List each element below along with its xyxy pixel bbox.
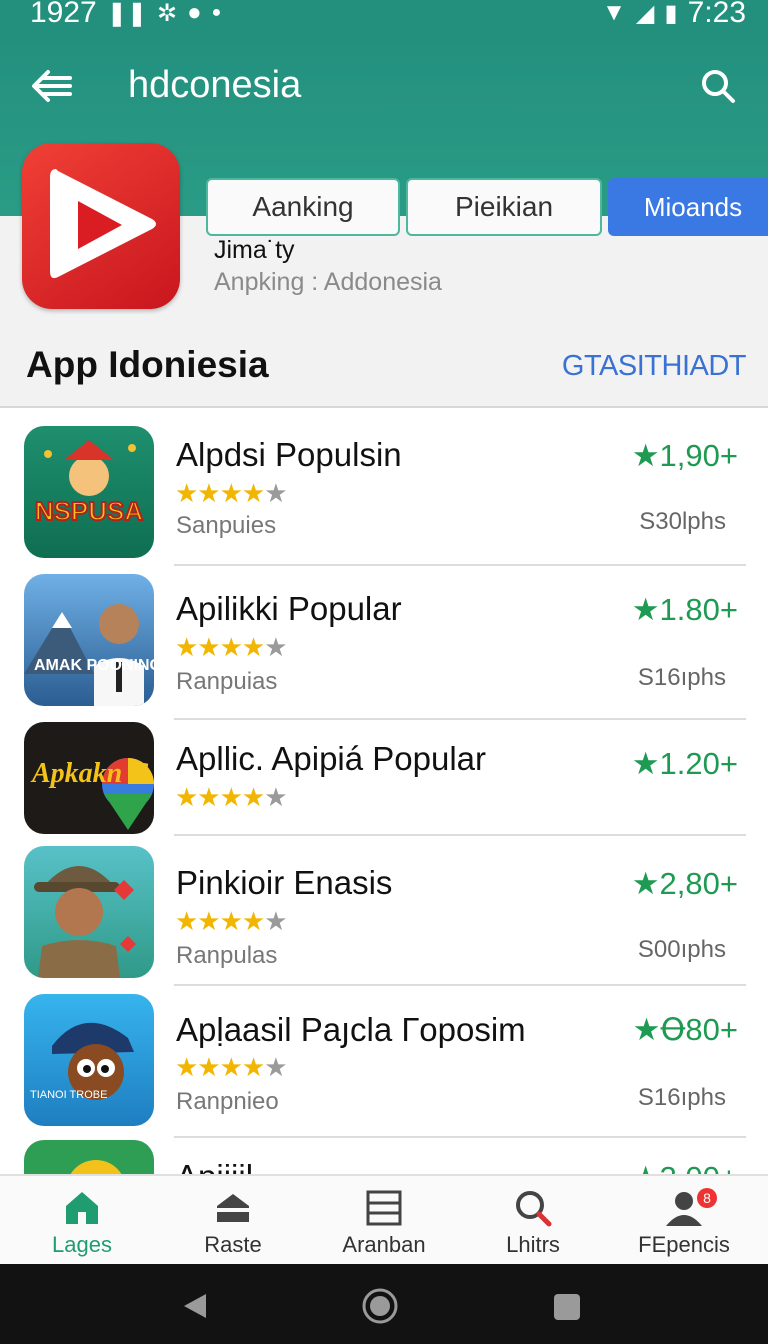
app-thumb — [24, 846, 154, 978]
list-icon — [366, 1190, 402, 1226]
character-portrait-icon — [34, 866, 136, 978]
search-icon — [702, 70, 735, 103]
download-count: ★1.20+ — [631, 746, 738, 781]
chip-active[interactable]: Mioands — [608, 178, 768, 236]
download-count: ★1,90+ — [631, 438, 738, 473]
home-icon — [66, 1192, 98, 1224]
nav-home[interactable]: Lages — [7, 1176, 157, 1266]
list-item[interactable]: Pinkioir Enasis ★★★★★ Ranpulas ★2,80+ S0… — [0, 836, 768, 986]
system-recents-icon[interactable] — [554, 1294, 580, 1320]
page-title: hdconesia — [128, 64, 302, 106]
system-back-icon[interactable] — [184, 1294, 206, 1318]
list-item[interactable]: Apiijil ★2.00+ — [0, 1138, 768, 1174]
download-count: ★1.80+ — [631, 592, 738, 627]
puzzle-art-icon: Apkakn C — [30, 758, 154, 830]
house-box-icon — [217, 1194, 249, 1222]
app-size: S16ıphs — [637, 1084, 726, 1111]
status-time-left: 1927 — [30, 0, 97, 29]
nav-label: Raste — [204, 1232, 262, 1257]
download-count: ★Ꝋ80+ — [632, 1012, 738, 1047]
nav-raste[interactable]: Raste — [158, 1176, 308, 1266]
app-art-icon — [70, 1160, 122, 1174]
nav-label: Aranban — [342, 1232, 426, 1257]
status-bar: 1927 ❚❚ ✲ ● ● ▼ ◢ ▮ 7:23 — [0, 0, 768, 36]
list-item[interactable]: TIANOI TROBE Apḷaasil Paյcla Гoposim ★★★… — [0, 986, 768, 1138]
sun-icon: ✲ — [156, 0, 178, 27]
system-navigation-bar — [0, 1264, 768, 1344]
rating-stars: ★★★★★ — [175, 1052, 288, 1082]
dot-icon: ● — [211, 4, 222, 21]
nav-search[interactable]: Lhitrs — [458, 1176, 608, 1266]
mountain-portrait-icon: AMAK POONING — [24, 604, 154, 706]
app-thumb — [24, 1140, 154, 1174]
cartoon-character-icon: TIANOI TROBE — [30, 1022, 134, 1101]
section-title: App Idoniesia — [26, 344, 269, 385]
rating-stars: ★★★★★ — [175, 478, 288, 508]
back-arrow-icon — [32, 70, 72, 102]
app-list: NSPUSA Alpdsi Populsin ★★★★★ Sanpuies ★1… — [0, 406, 768, 1174]
app-name: Apiijil — [176, 1158, 253, 1174]
chip-ranking[interactable]: Aanking — [206, 178, 400, 236]
app-category: Ranpulas — [176, 942, 278, 969]
rating-stars: ★★★★★ — [175, 906, 288, 936]
app-name: Apilikki Popular — [176, 590, 402, 627]
status-time-right: 7:23 — [687, 0, 746, 29]
app-category: Ranpnieo — [176, 1088, 279, 1115]
signal-icon: ◢ — [635, 0, 655, 27]
app-name: Pinkioir Enasis — [176, 864, 393, 901]
rating-stars: ★★★★★ — [175, 632, 288, 662]
list-item[interactable]: NSPUSA Alpdsi Populsin ★★★★★ Sanpuies ★1… — [0, 408, 768, 566]
thumb-label: Apkakn C — [30, 758, 148, 789]
download-count: ★2,80+ — [631, 866, 738, 901]
app-thumb: Apkakn C — [24, 722, 154, 834]
play-logo-icon — [50, 169, 156, 279]
pause-icon: ❚❚ — [106, 0, 147, 27]
app-category: Sanpuies — [176, 512, 277, 539]
download-count: ★2.00+ — [632, 1160, 738, 1174]
nav-label: Lhitrs — [506, 1232, 560, 1257]
nav-profile[interactable]: 8 FEpencis — [609, 1176, 759, 1266]
developer-name: Jima˙ty — [214, 236, 295, 264]
app-category: Ranpuias — [176, 668, 278, 695]
app-size: S16ıphs — [637, 664, 726, 691]
list-item[interactable]: Apkakn C Apllic. Apipiá Popular ★★★★★ ★1… — [0, 720, 768, 836]
wifi-icon: ▼ — [602, 0, 626, 26]
search-icon — [516, 1191, 552, 1227]
thumb-label: NSPUSA — [35, 496, 144, 526]
nav-label: FEpencis — [638, 1232, 730, 1257]
hero-subtitle: Anpking : Addonesia — [214, 268, 442, 296]
search-button[interactable] — [700, 68, 736, 104]
section-link[interactable]: GTASITHIADT — [562, 350, 747, 383]
app-size: S00ıphs — [637, 936, 726, 963]
rating-stars: ★★★★★ — [175, 782, 288, 812]
back-button[interactable] — [28, 66, 74, 106]
app-thumb: TIANOI TROBE — [24, 994, 154, 1126]
chat-icon: ● — [187, 0, 202, 26]
app-icon[interactable] — [22, 143, 180, 309]
battery-icon: ▮ — [664, 0, 678, 27]
app-name: Alpdsi Populsin — [176, 436, 402, 473]
app-size: S30lphs — [639, 508, 726, 535]
app-thumb: NSPUSA — [24, 426, 154, 558]
chip-pilihan[interactable]: Pieikian — [406, 178, 602, 236]
screen: { "status": { "time_left": "1927", "time… — [0, 0, 768, 1344]
app-name: Apllic. Apipiá Popular — [176, 740, 487, 777]
thumb-label: AMAK POONING — [34, 657, 154, 674]
app-thumb: AMAK POONING — [24, 574, 154, 706]
nav-aranban[interactable]: Aranban — [309, 1176, 459, 1266]
category-chips: Aanking Pieikian Mioands — [206, 178, 768, 236]
bottom-navigation: Lages Raste Aranban Lhitrs 8 FEpencis — [0, 1174, 768, 1264]
notification-badge: 8 — [697, 1188, 717, 1208]
nav-label: Lages — [52, 1232, 112, 1257]
thumb-label: TIANOI TROBE — [30, 1089, 107, 1101]
list-item[interactable]: AMAK POONING Apilikki Popular ★★★★★ Ranp… — [0, 566, 768, 720]
game-art-icon: NSPUSA — [34, 440, 144, 527]
app-name: Apḷaasil Paյcla Гoposim — [176, 1011, 526, 1048]
